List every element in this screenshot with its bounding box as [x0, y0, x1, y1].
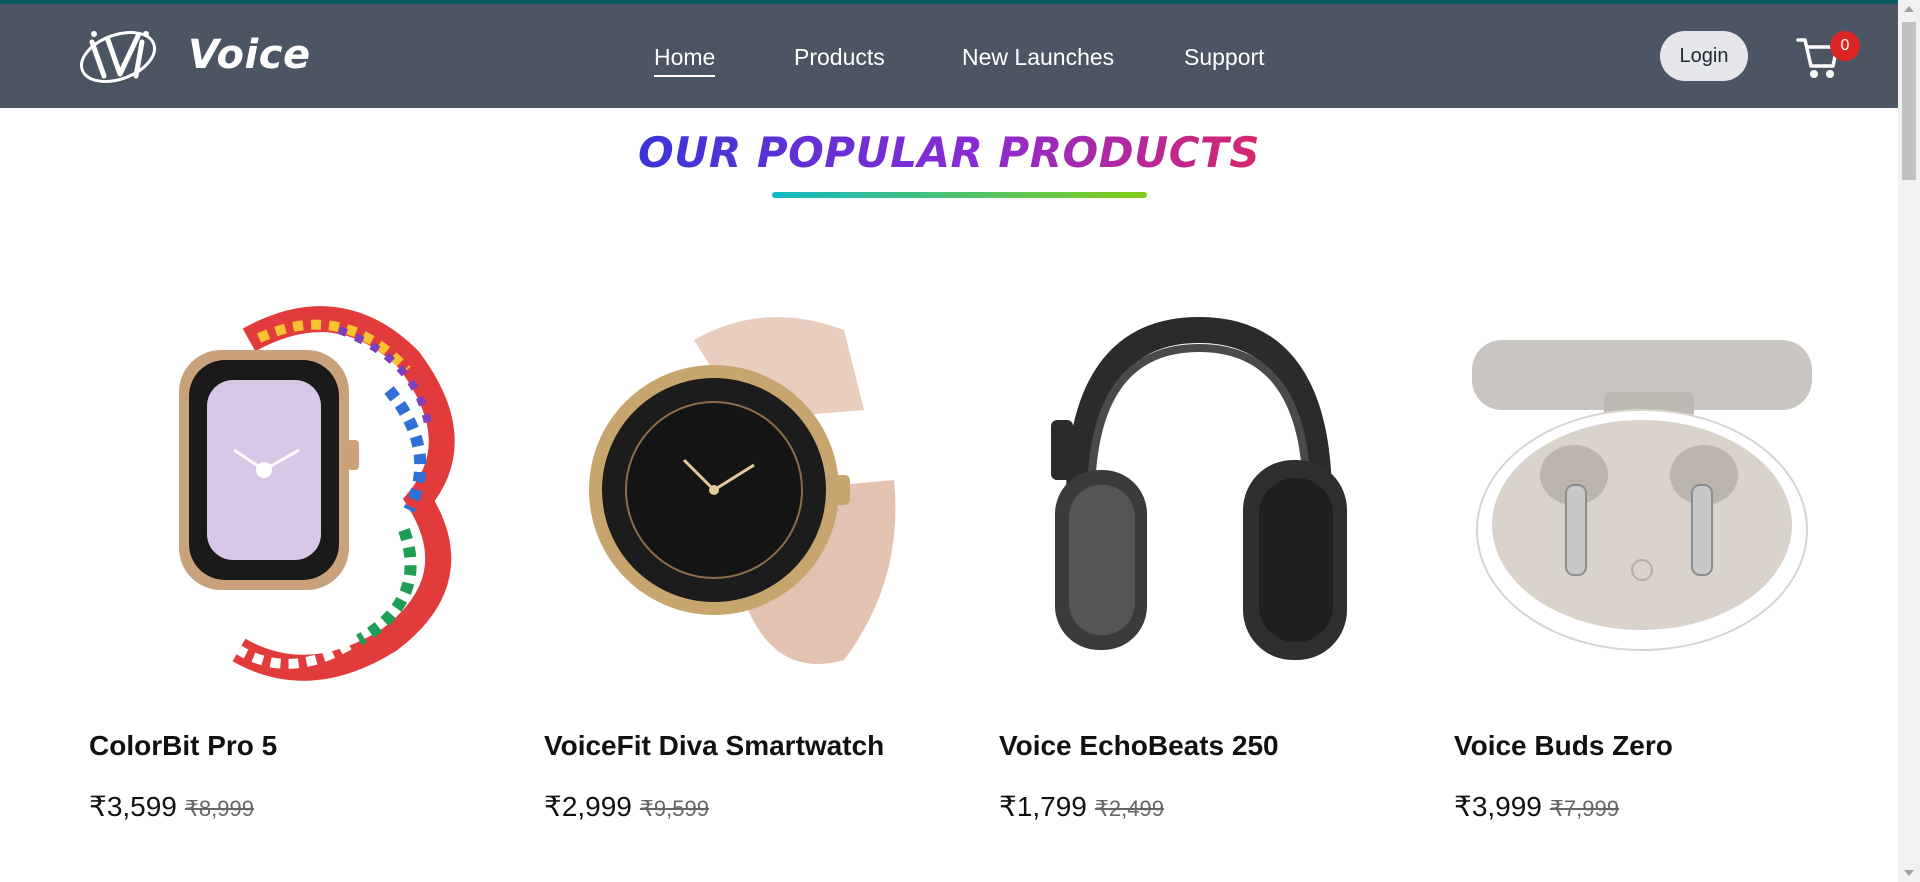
product-name[interactable]: VoiceFit Diva Smartwatch — [544, 730, 884, 762]
nav-products[interactable]: Products — [794, 44, 885, 71]
product-old-price: ₹2,499 — [1094, 796, 1164, 821]
title-underline — [772, 192, 1147, 198]
price-row: ₹3,999 ₹7,999 — [1454, 790, 1619, 823]
price-row: ₹2,999 ₹9,599 — [544, 790, 709, 823]
section-title-text: OUR POPULAR PRODUCTS — [638, 128, 1260, 177]
product-name[interactable]: Voice Buds Zero — [1454, 730, 1673, 762]
product-old-price: ₹7,999 — [1549, 796, 1619, 821]
voice-logo-icon[interactable] — [74, 24, 162, 90]
smartwatch-braided-strap-image[interactable] — [89, 300, 509, 700]
earbuds-case-image[interactable] — [1454, 300, 1874, 700]
nav-new-launches[interactable]: New Launches — [962, 44, 1114, 71]
login-button[interactable]: Login — [1660, 31, 1748, 81]
scroll-up-arrow-icon[interactable] — [1904, 6, 1914, 12]
nav-support[interactable]: Support — [1184, 44, 1265, 71]
product-old-price: ₹9,599 — [639, 796, 709, 821]
product-price: ₹3,599 — [89, 791, 177, 822]
brand-name[interactable]: Voice — [188, 32, 311, 78]
product-price: ₹1,799 — [999, 791, 1087, 822]
nav-home[interactable]: Home — [654, 44, 716, 77]
product-card[interactable]: VoiceFit Diva Smartwatch ₹2,999 ₹9,599 — [544, 300, 964, 860]
scroll-down-arrow-icon[interactable] — [1904, 870, 1914, 876]
product-card[interactable]: Voice EchoBeats 250 ₹1,799 ₹2,499 — [999, 300, 1419, 860]
cart-count-badge: 0 — [1830, 31, 1860, 61]
section-title: OUR POPULAR PRODUCTS — [0, 128, 1898, 177]
price-row: ₹1,799 ₹2,499 — [999, 790, 1164, 823]
scroll-thumb[interactable] — [1902, 22, 1916, 180]
product-name[interactable]: ColorBit Pro 5 — [89, 730, 277, 762]
product-old-price: ₹8,999 — [184, 796, 254, 821]
vertical-scrollbar[interactable] — [1898, 0, 1920, 882]
product-price: ₹3,999 — [1454, 791, 1542, 822]
product-card[interactable]: Voice Buds Zero ₹3,999 ₹7,999 — [1454, 300, 1874, 860]
product-name[interactable]: Voice EchoBeats 250 — [999, 730, 1279, 762]
product-card[interactable]: ColorBit Pro 5 ₹3,599 ₹8,999 — [89, 300, 509, 860]
round-smartwatch-pink-strap-image[interactable] — [544, 300, 964, 700]
price-row: ₹3,599 ₹8,999 — [89, 790, 254, 823]
over-ear-headphones-image[interactable] — [999, 300, 1419, 700]
navbar: Voice Home Products New Launches Support… — [0, 4, 1898, 108]
product-price: ₹2,999 — [544, 791, 632, 822]
